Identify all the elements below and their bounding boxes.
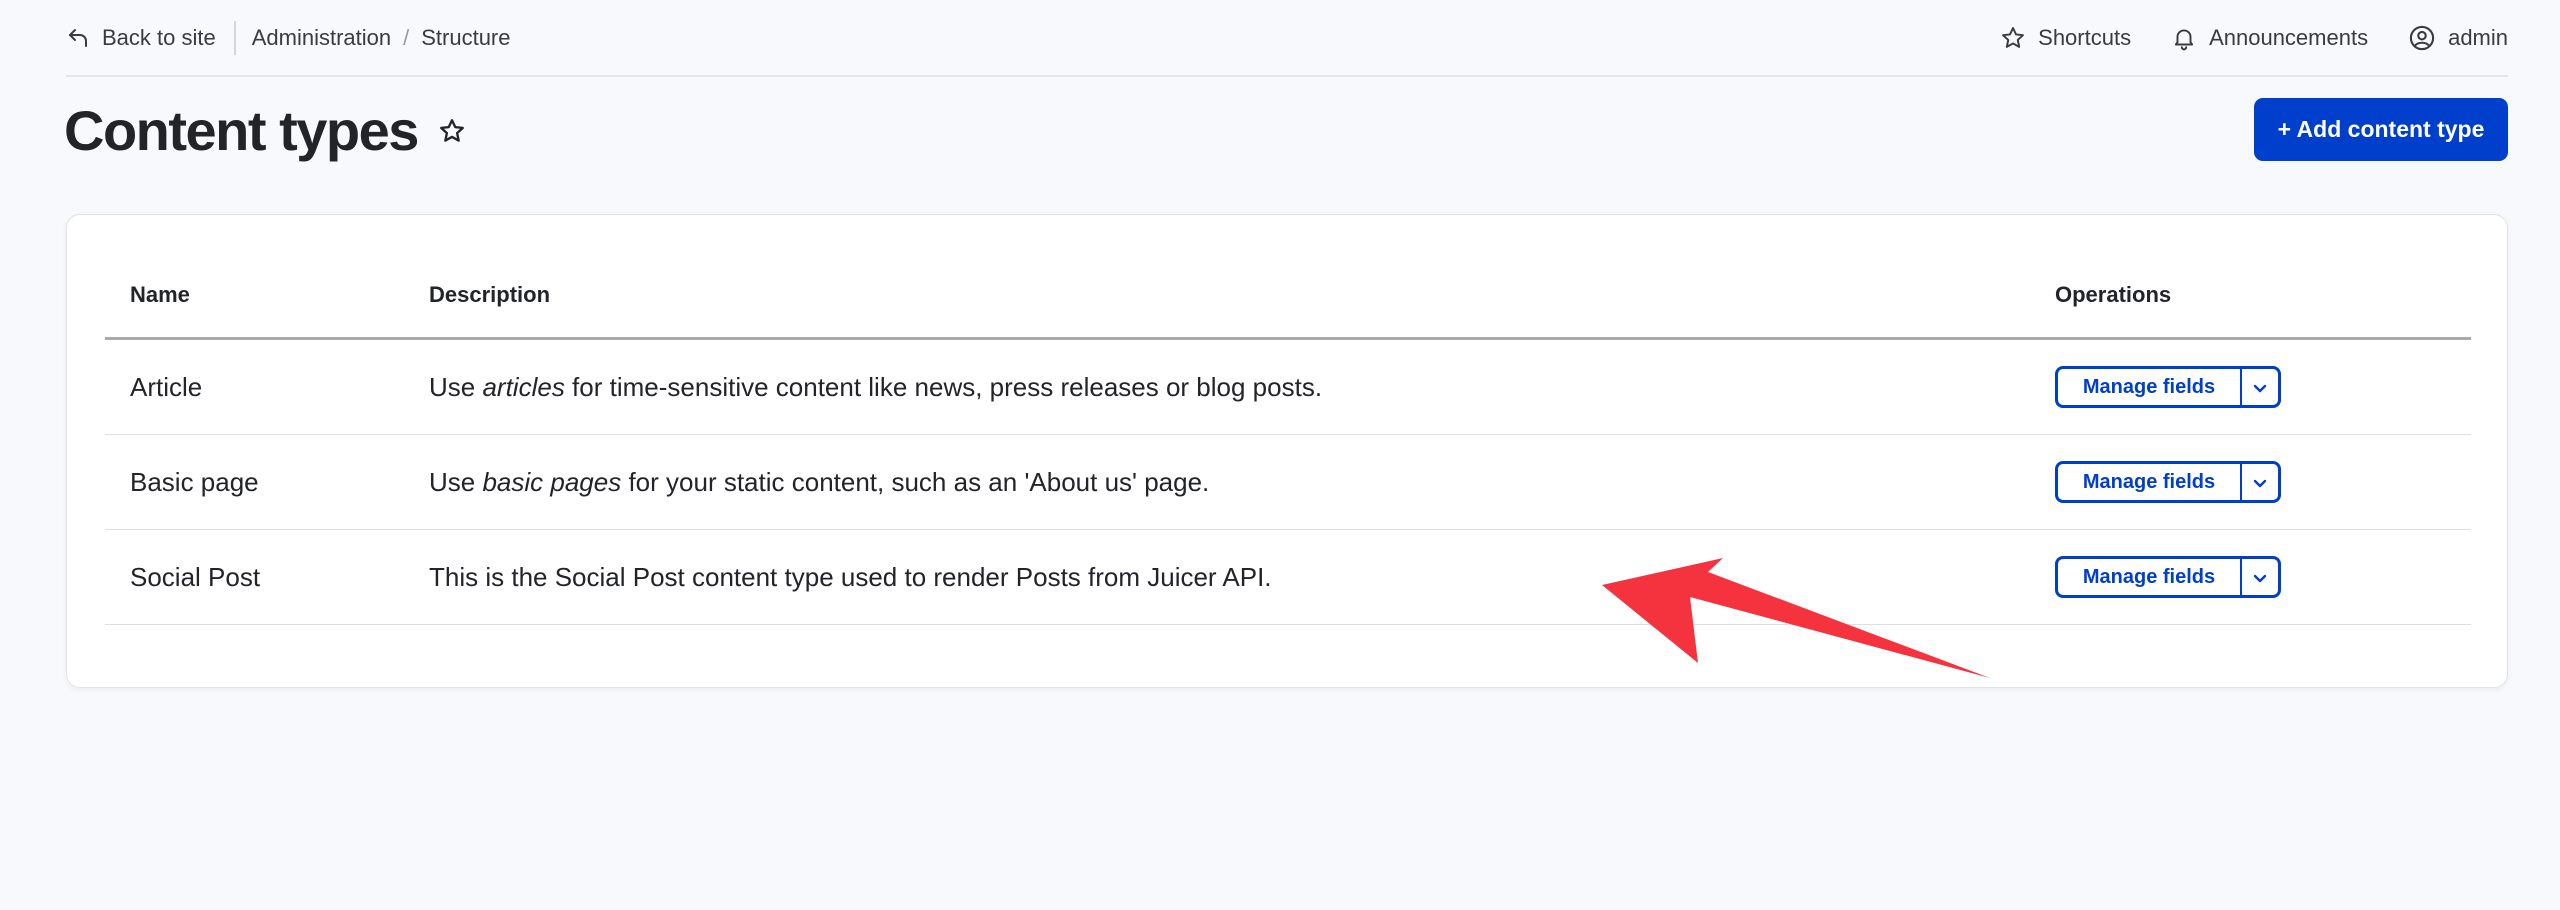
table-row: Article Use articles for time-sensitive … [105, 338, 2471, 435]
row-description: Use basic pages for your static content,… [404, 434, 2030, 530]
content-types-table: Name Description Operations Article Use … [105, 253, 2471, 625]
toolbar-divider [233, 20, 236, 55]
shortcuts-button[interactable]: Shortcuts [2000, 25, 2131, 51]
row-name: Social Post [105, 529, 404, 625]
operations-dropbutton: Manage fields [2055, 366, 2281, 408]
chevron-down-icon [2252, 372, 2268, 403]
operations-toggle[interactable] [2240, 369, 2278, 405]
table-header-row: Name Description Operations [105, 253, 2471, 340]
announcements-button[interactable]: Announcements [2171, 25, 2368, 51]
chevron-down-icon [2252, 562, 2268, 593]
star-outline-icon[interactable] [438, 117, 466, 145]
row-description: Use articles for time-sensitive content … [404, 338, 2030, 435]
page-header: Content types [64, 96, 466, 166]
row-operations: Manage fields [2030, 434, 2471, 530]
table-row: Social Post This is the Social Post cont… [105, 529, 2471, 625]
shortcuts-label: Shortcuts [2038, 24, 2132, 50]
desc-text: This is the Social Post content type use… [429, 561, 1272, 592]
operations-toggle[interactable] [2240, 464, 2278, 500]
header-name: Name [105, 253, 404, 340]
row-operations: Manage fields [2030, 529, 2471, 625]
back-to-site-label: Back to site [102, 24, 216, 50]
breadcrumb-administration[interactable]: Administration [252, 25, 391, 51]
user-circle-icon [2408, 24, 2436, 52]
user-menu-button[interactable]: admin [2408, 24, 2508, 52]
add-content-type-button[interactable]: + Add content type [2254, 98, 2508, 161]
operations-dropbutton: Manage fields [2055, 461, 2281, 503]
page-title: Content types [64, 99, 419, 162]
desc-emphasis: articles [482, 371, 565, 402]
breadcrumb: Administration / Structure [252, 25, 511, 51]
desc-emphasis: basic pages [482, 466, 622, 497]
toolbar-right: Shortcuts Announcements admin [1960, 0, 2508, 75]
desc-text: Use [429, 466, 483, 497]
desc-text: Use [429, 371, 483, 402]
manage-fields-button[interactable]: Manage fields [2058, 559, 2240, 595]
chevron-down-icon [2252, 467, 2268, 498]
row-name: Basic page [105, 434, 404, 530]
header-operations: Operations [2030, 253, 2471, 340]
user-label: admin [2448, 24, 2508, 50]
back-arrow-icon [66, 26, 90, 50]
breadcrumb-structure[interactable]: Structure [421, 25, 510, 51]
bell-icon [2171, 25, 2197, 51]
header-description: Description [404, 253, 2030, 340]
manage-fields-button[interactable]: Manage fields [2058, 369, 2240, 405]
star-icon [2000, 25, 2026, 51]
operations-dropbutton: Manage fields [2055, 556, 2281, 598]
announcements-label: Announcements [2209, 24, 2369, 50]
breadcrumb-separator: / [403, 24, 410, 50]
manage-fields-button[interactable]: Manage fields [2058, 464, 2240, 500]
back-to-site-link[interactable]: Back to site [66, 25, 216, 51]
row-operations: Manage fields [2030, 338, 2471, 435]
desc-text: for time-sensitive content like news, pr… [564, 371, 1323, 402]
top-toolbar: Back to site Administration / Structure … [66, 0, 2508, 77]
table-row: Basic page Use basic pages for your stat… [105, 434, 2471, 530]
desc-text: for your static content, such as an 'Abo… [621, 466, 1210, 497]
operations-toggle[interactable] [2240, 559, 2278, 595]
annotation-arrow-icon [1602, 558, 1990, 678]
row-name: Article [105, 338, 404, 435]
toolbar-left: Back to site Administration / Structure [66, 0, 511, 75]
content-types-card: Name Description Operations Article Use … [66, 214, 2508, 688]
